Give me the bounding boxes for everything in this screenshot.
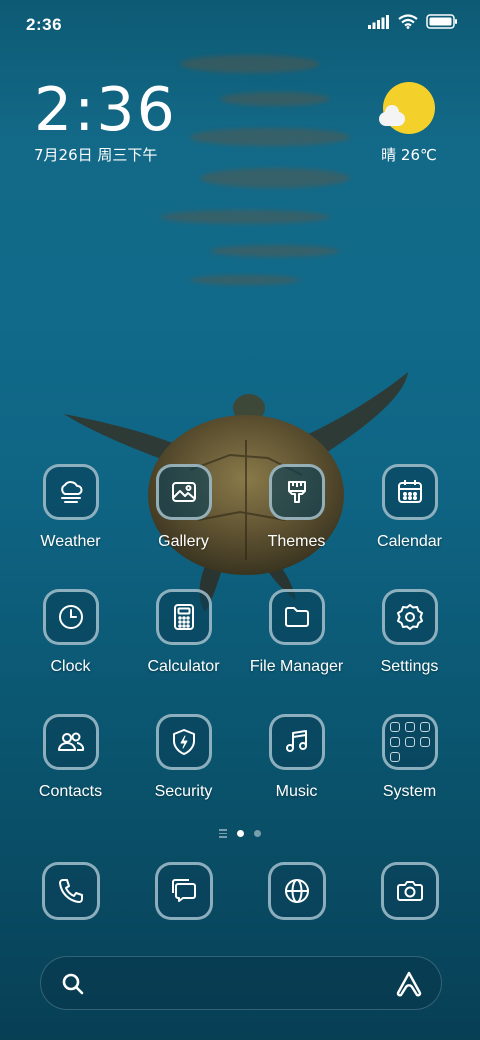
dock xyxy=(14,862,466,920)
app-settings[interactable]: Settings xyxy=(353,589,466,714)
app-label: File Manager xyxy=(249,658,344,675)
app-gallery[interactable]: Gallery xyxy=(127,464,240,589)
app-grid: Weather Gallery Themes Calendar Clock Ca… xyxy=(14,464,466,839)
app-clock[interactable]: Clock xyxy=(14,589,127,714)
minus-one-screen-indicator xyxy=(219,829,227,838)
app-label: Themes xyxy=(267,533,326,550)
people-icon xyxy=(42,714,99,770)
assistant-icon[interactable] xyxy=(395,970,423,1003)
camera-icon xyxy=(380,862,439,920)
app-label: Weather xyxy=(40,533,101,550)
widget-time: 2:36 xyxy=(34,75,177,145)
app-label: Calendar xyxy=(377,533,442,550)
app-calendar[interactable]: Calendar xyxy=(353,464,466,589)
phone-icon xyxy=(41,862,100,920)
weather-widget[interactable]: 晴 26℃ xyxy=(374,82,444,165)
shield-icon xyxy=(155,714,212,770)
app-label: Security xyxy=(154,783,213,800)
status-icons xyxy=(368,14,458,34)
calculator-icon xyxy=(155,589,212,645)
app-label: System xyxy=(382,783,437,800)
app-music[interactable]: Music xyxy=(240,714,353,839)
dock-phone[interactable] xyxy=(14,862,127,920)
gear-icon xyxy=(381,589,438,645)
folder-icon xyxy=(268,589,325,645)
app-label: Music xyxy=(275,783,318,800)
page-dot xyxy=(254,829,261,837)
search-bar[interactable] xyxy=(40,956,442,1010)
music-note-icon xyxy=(268,714,325,770)
app-contacts[interactable]: Contacts xyxy=(14,714,127,839)
app-label: Contacts xyxy=(38,783,103,800)
app-label: Gallery xyxy=(158,533,209,550)
app-system[interactable]: System xyxy=(353,714,466,839)
globe-icon xyxy=(267,862,326,920)
weather-text: 晴 26℃ xyxy=(381,146,437,164)
clock-icon xyxy=(42,589,99,645)
app-calculator[interactable]: Calculator xyxy=(127,589,240,714)
sunny-partly-cloudy-icon xyxy=(379,82,435,134)
app-security[interactable]: Security xyxy=(127,714,240,839)
clock-widget[interactable]: 2:36 7月26日 周三下午 xyxy=(34,78,177,165)
app-themes[interactable]: Themes xyxy=(240,464,353,589)
widget-date: 7月26日 周三下午 xyxy=(34,146,158,164)
status-time: 2:36 xyxy=(26,15,63,34)
page-dot-active xyxy=(237,829,244,837)
image-icon xyxy=(155,464,212,520)
search-icon[interactable] xyxy=(61,972,85,1001)
paintbrush-icon xyxy=(268,464,325,520)
calendar-icon xyxy=(381,464,438,520)
app-label: Settings xyxy=(380,658,439,675)
dock-camera[interactable] xyxy=(353,862,466,920)
app-label: Calculator xyxy=(147,658,220,675)
app-file-manager[interactable]: File Manager xyxy=(240,589,353,714)
app-row: Weather Gallery Themes Calendar xyxy=(14,464,466,589)
page-indicator[interactable] xyxy=(0,829,480,838)
app-weather[interactable]: Weather xyxy=(14,464,127,589)
dock-messages[interactable] xyxy=(127,862,240,920)
folder-grid-icon xyxy=(381,714,438,770)
signal-icon xyxy=(368,14,390,34)
app-label: Clock xyxy=(50,658,91,675)
cloud-icon xyxy=(42,464,99,520)
dock-browser[interactable] xyxy=(240,862,353,920)
app-row: Clock Calculator File Manager Settings xyxy=(14,589,466,714)
status-bar: 2:36 xyxy=(0,0,480,50)
message-icon xyxy=(154,862,213,920)
battery-icon xyxy=(426,14,458,34)
wifi-icon xyxy=(398,14,418,34)
app-row: Contacts Security Music System xyxy=(14,714,466,839)
